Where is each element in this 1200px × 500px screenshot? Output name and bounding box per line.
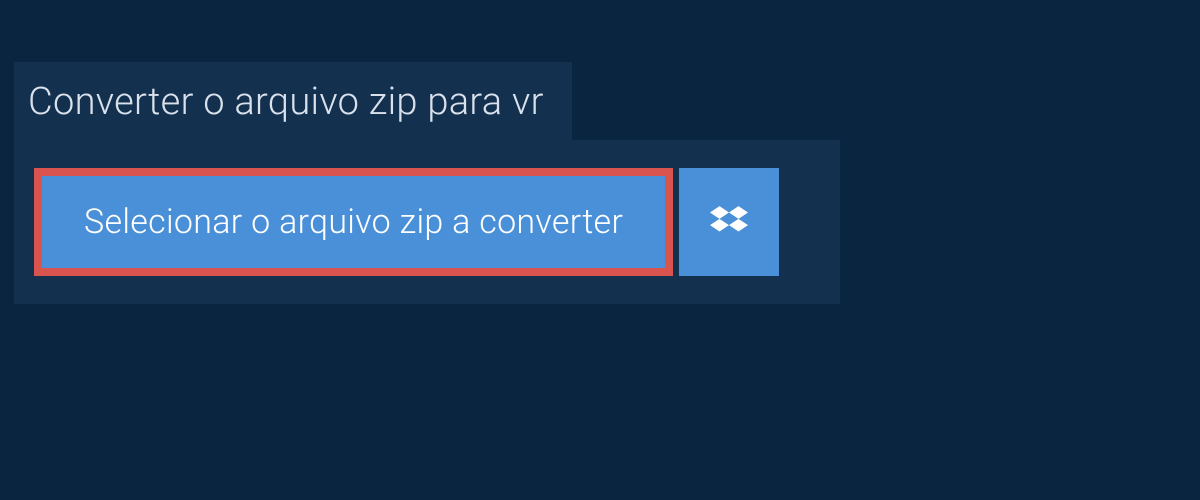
page-title-text: Converter o arquivo zip para vr — [28, 80, 544, 124]
dropbox-button[interactable] — [679, 168, 779, 276]
dropbox-icon — [710, 203, 748, 241]
select-file-button[interactable]: Selecionar o arquivo zip a converter — [34, 168, 673, 276]
page-title: Converter o arquivo zip para vr — [14, 62, 572, 142]
button-row: Selecionar o arquivo zip a converter — [34, 168, 779, 276]
select-file-label: Selecionar o arquivo zip a converter — [84, 202, 623, 242]
